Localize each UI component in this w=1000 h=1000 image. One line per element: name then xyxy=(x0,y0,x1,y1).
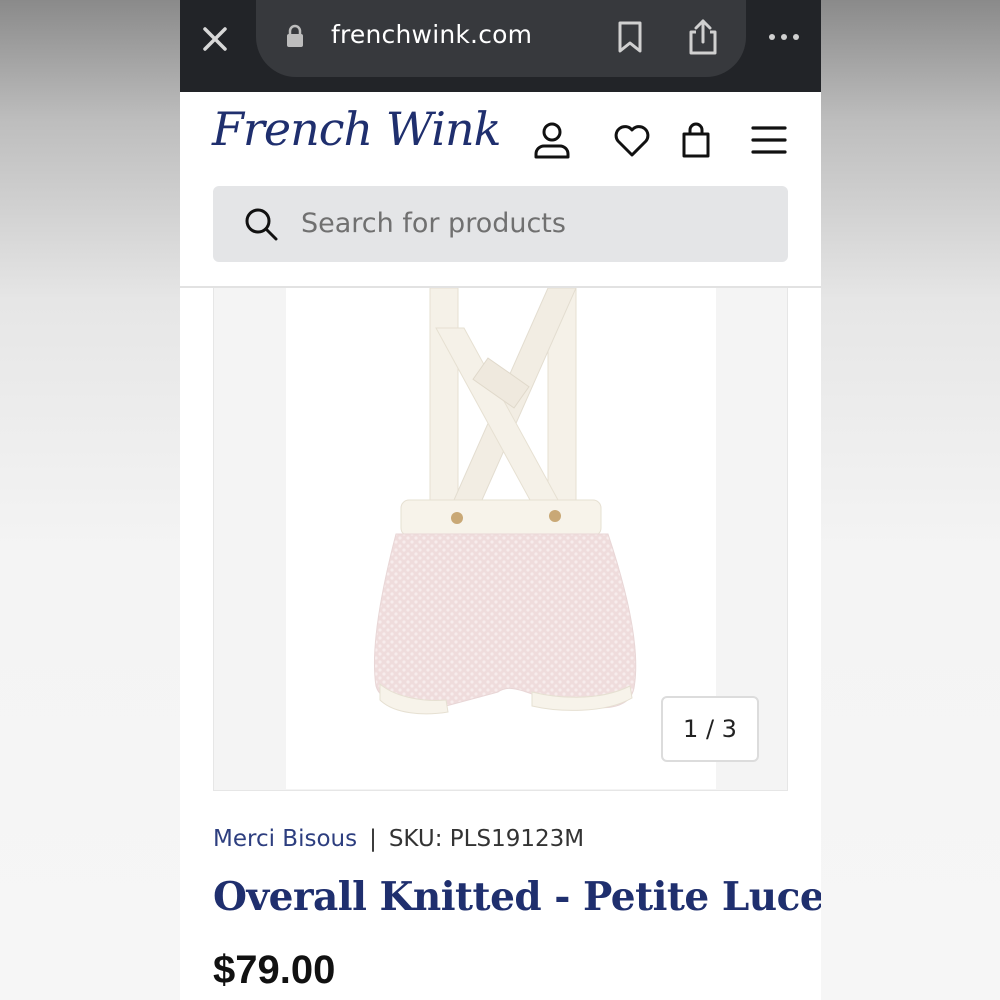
product-meta: Merci Bisous | SKU: PLS19123M xyxy=(213,826,584,852)
site-logo[interactable]: French Wink xyxy=(212,102,501,172)
more-icon[interactable] xyxy=(766,26,802,48)
bookmark-icon[interactable] xyxy=(616,20,644,54)
phone-screen: frenchwink.com French Wink Search for pr… xyxy=(180,0,821,1000)
bag-icon[interactable] xyxy=(677,120,717,160)
brand-link[interactable]: Merci Bisous xyxy=(213,826,357,852)
sku-text: SKU: PLS19123M xyxy=(388,826,585,852)
browser-toolbar: frenchwink.com xyxy=(180,0,821,92)
product-title: Overall Knitted - Petite Lucette xyxy=(213,874,821,920)
product-image[interactable] xyxy=(286,287,716,789)
search-bar[interactable]: Search for products xyxy=(213,186,788,262)
heart-icon[interactable] xyxy=(612,120,652,160)
lock-icon xyxy=(286,24,304,48)
close-icon[interactable] xyxy=(194,18,236,60)
search-icon[interactable] xyxy=(243,206,279,242)
menu-icon[interactable] xyxy=(749,120,789,160)
product-price: $79.00 xyxy=(213,948,336,992)
share-icon[interactable] xyxy=(686,18,720,56)
meta-separator: | xyxy=(369,826,377,852)
image-counter: 1 / 3 xyxy=(661,696,759,762)
account-icon[interactable] xyxy=(532,120,572,160)
address-bar[interactable]: frenchwink.com xyxy=(256,0,746,77)
product-gallery[interactable]: 1 / 3 xyxy=(213,287,788,791)
search-input[interactable]: Search for products xyxy=(301,208,566,239)
url-text: frenchwink.com xyxy=(331,20,533,49)
